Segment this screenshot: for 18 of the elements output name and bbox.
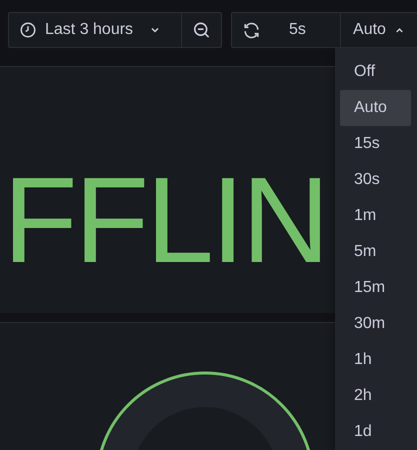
menu-item[interactable]: 30m [340, 306, 411, 342]
auto-refresh-dropdown[interactable]: Auto [340, 13, 417, 47]
stat-value: FFLIN [3, 159, 327, 281]
menu-item[interactable]: 5m [340, 234, 411, 270]
clock-icon [19, 21, 37, 39]
refresh-button[interactable]: 5s [232, 13, 340, 47]
menu-item[interactable]: 30s [340, 162, 411, 198]
menu-item[interactable]: 15s [340, 126, 411, 162]
menu-item[interactable]: 15m [340, 270, 411, 306]
menu-item[interactable]: 1m [340, 198, 411, 234]
menu-item[interactable]: Auto [340, 90, 411, 126]
menu-item[interactable]: 1d [340, 414, 411, 450]
menu-item[interactable]: Off [340, 54, 411, 90]
refresh-icon [242, 20, 261, 40]
menu-item[interactable]: 2h [340, 378, 411, 414]
refresh-interval: 5s [289, 21, 306, 39]
zoom-out-icon [192, 20, 211, 40]
menu-item[interactable]: 1h [340, 342, 411, 378]
